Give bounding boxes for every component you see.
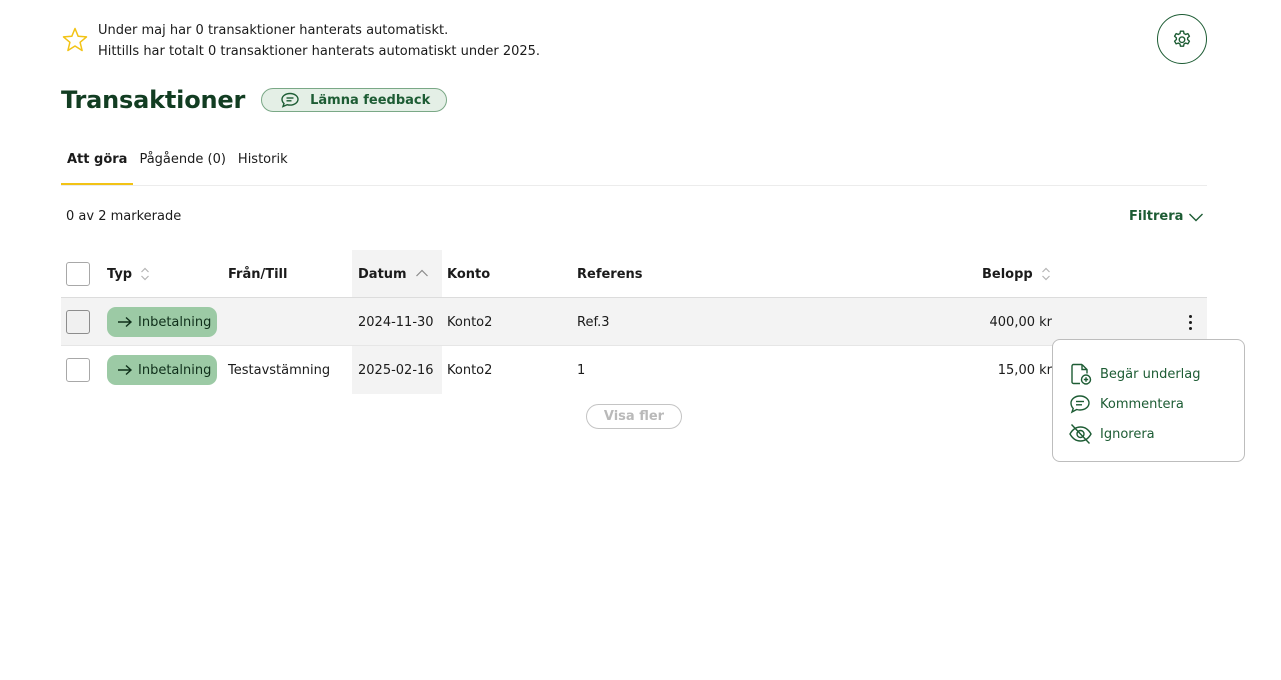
title-row: Transaktioner Lämna feedback [61, 86, 448, 114]
type-badge[interactable]: Inbetalning [107, 355, 217, 385]
feedback-label: Lämna feedback [310, 92, 431, 108]
from-to-cell: Testavstämning [228, 362, 331, 378]
comment-icon [1070, 395, 1090, 414]
filter-button[interactable]: Filtrera [1129, 209, 1204, 224]
row-context-menu: Begär underlag Kommentera Ignorera [1052, 339, 1245, 462]
settings-button[interactable] [1157, 14, 1207, 64]
show-more-button[interactable]: Visa fler [586, 404, 682, 429]
account-cell: Konto2 [447, 314, 493, 330]
filter-label: Filtrera [1129, 209, 1184, 224]
gear-icon [1173, 30, 1191, 47]
tab-bar: Att göra Pågående (0) Historik [61, 146, 1207, 186]
arrow-right-icon [118, 316, 133, 328]
amount-cell: 15,00 kr [997, 362, 1052, 378]
transactions-table: Typ Från/Till Datum Konto Referens Belop… [61, 250, 1207, 394]
row-checkbox[interactable] [66, 310, 90, 334]
tab-pagaende[interactable]: Pågående (0) [133, 146, 231, 185]
menu-item-comment[interactable]: Kommentera [1053, 389, 1244, 419]
banner-text: Under maj har 0 transaktioner hanterats … [98, 20, 540, 62]
sort-icon [141, 267, 150, 281]
file-plus-icon [1071, 363, 1092, 385]
column-header-reference: Referens [577, 266, 643, 282]
row-checkbox[interactable] [66, 358, 90, 382]
feedback-button[interactable]: Lämna feedback [261, 88, 448, 112]
selected-count: 0 av 2 markerade [66, 209, 182, 224]
eye-off-icon [1069, 424, 1092, 444]
reference-cell: Ref.3 [577, 314, 610, 330]
tab-att-gora[interactable]: Att göra [61, 146, 134, 185]
column-header-date[interactable]: Datum [358, 250, 429, 298]
menu-item-ignore[interactable]: Ignorera [1053, 419, 1244, 449]
sort-ascending-icon [415, 269, 428, 277]
arrow-right-icon [118, 364, 133, 376]
column-header-type[interactable]: Typ [107, 250, 150, 298]
automation-banner: Under maj har 0 transaktioner hanterats … [61, 20, 540, 62]
banner-line-year: Hittills har totalt 0 transaktioner hant… [98, 44, 541, 59]
date-cell: 2025-02-16 [358, 362, 434, 378]
page-title: Transaktioner [61, 86, 246, 114]
table-row[interactable]: Inbetalning 2024-11-30 Konto2 Ref.3 400,… [61, 298, 1207, 346]
reference-cell: 1 [577, 362, 586, 378]
chevron-down-icon [1189, 213, 1204, 221]
select-all-checkbox[interactable] [66, 262, 90, 286]
sort-icon [1041, 267, 1050, 281]
column-header-amount[interactable]: Belopp [982, 250, 1051, 298]
date-cell: 2024-11-30 [358, 314, 434, 330]
table-header-row: Typ Från/Till Datum Konto Referens Belop… [61, 250, 1207, 298]
column-header-account: Konto [447, 266, 491, 282]
banner-line-month: Under maj har 0 transaktioner hanterats … [98, 23, 449, 38]
star-icon [62, 27, 88, 52]
amount-cell: 400,00 kr [989, 314, 1053, 330]
type-badge[interactable]: Inbetalning [107, 307, 217, 337]
account-cell: Konto2 [447, 362, 493, 378]
comment-icon [281, 92, 299, 108]
menu-item-request-document[interactable]: Begär underlag [1053, 359, 1244, 389]
table-row[interactable]: Inbetalning Testavstämning 2025-02-16 Ko… [61, 346, 1207, 394]
row-menu-button[interactable] [1181, 310, 1199, 334]
tab-historik[interactable]: Historik [232, 146, 294, 185]
column-header-from-to: Från/Till [228, 266, 288, 282]
